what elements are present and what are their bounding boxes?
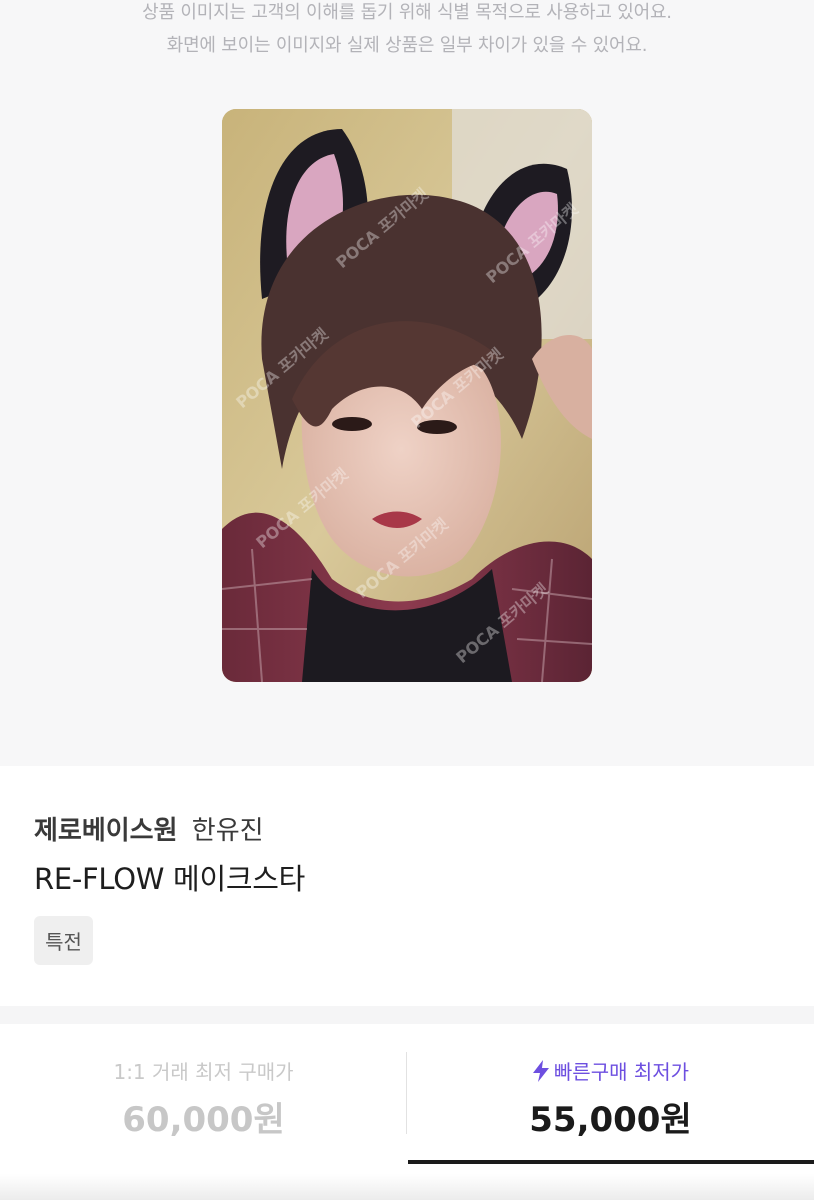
image-notice-line2: 화면에 보이는 이미지와 실제 상품은 일부 차이가 있을 수 있어요.	[166, 35, 648, 56]
tab-fast-purchase-price[interactable]: 빠른구매 최저가 55,000원	[407, 1024, 814, 1164]
photocard-illustration: POCA 포카마켓 POCA 포카마켓 POCA 포카마켓 POCA 포카마켓 …	[222, 109, 592, 682]
image-notice-line1: 상품 이미지는 고객의 이해를 돕기 위해 식별 목적으로 사용하고 있어요.	[142, 2, 672, 23]
fast-purchase-label-row: 빠른구매 최저가	[407, 1056, 814, 1085]
fast-purchase-price-label: 빠른구매 최저가	[553, 1060, 690, 1084]
product-image-section: 상품 이미지는 고객의 이해를 돕기 위해 식별 목적으로 사용하고 있어요. …	[0, 0, 814, 766]
active-tab-indicator	[408, 1160, 814, 1164]
tab-one-to-one-price[interactable]: 1:1 거래 최저 구매가 60,000원	[0, 1024, 407, 1164]
fast-purchase-price-value: 55,000원	[529, 1100, 692, 1140]
benefit-tag: 특전	[34, 916, 93, 965]
product-info-section: 제로베이스원 한유진 RE-FLOW 메이크스타 특전	[0, 766, 814, 1006]
product-name: RE-FLOW 메이크스타	[34, 862, 305, 896]
group-name[interactable]: 제로베이스원	[34, 816, 178, 846]
section-divider	[0, 1006, 814, 1024]
product-title-row: 제로베이스원 한유진	[34, 810, 264, 847]
member-name[interactable]: 한유진	[192, 816, 264, 846]
bottom-fade	[0, 1174, 814, 1200]
photocard-image[interactable]: POCA 포카마켓 POCA 포카마켓 POCA 포카마켓 POCA 포카마켓 …	[222, 109, 592, 682]
one-to-one-price-value: 60,000원	[122, 1100, 285, 1140]
one-to-one-price-label: 1:1 거래 최저 구매가	[113, 1060, 294, 1084]
lightning-bolt-icon	[532, 1059, 550, 1082]
price-section: 1:1 거래 최저 구매가 60,000원 빠른구매 최저가 55,000원	[0, 1024, 814, 1200]
